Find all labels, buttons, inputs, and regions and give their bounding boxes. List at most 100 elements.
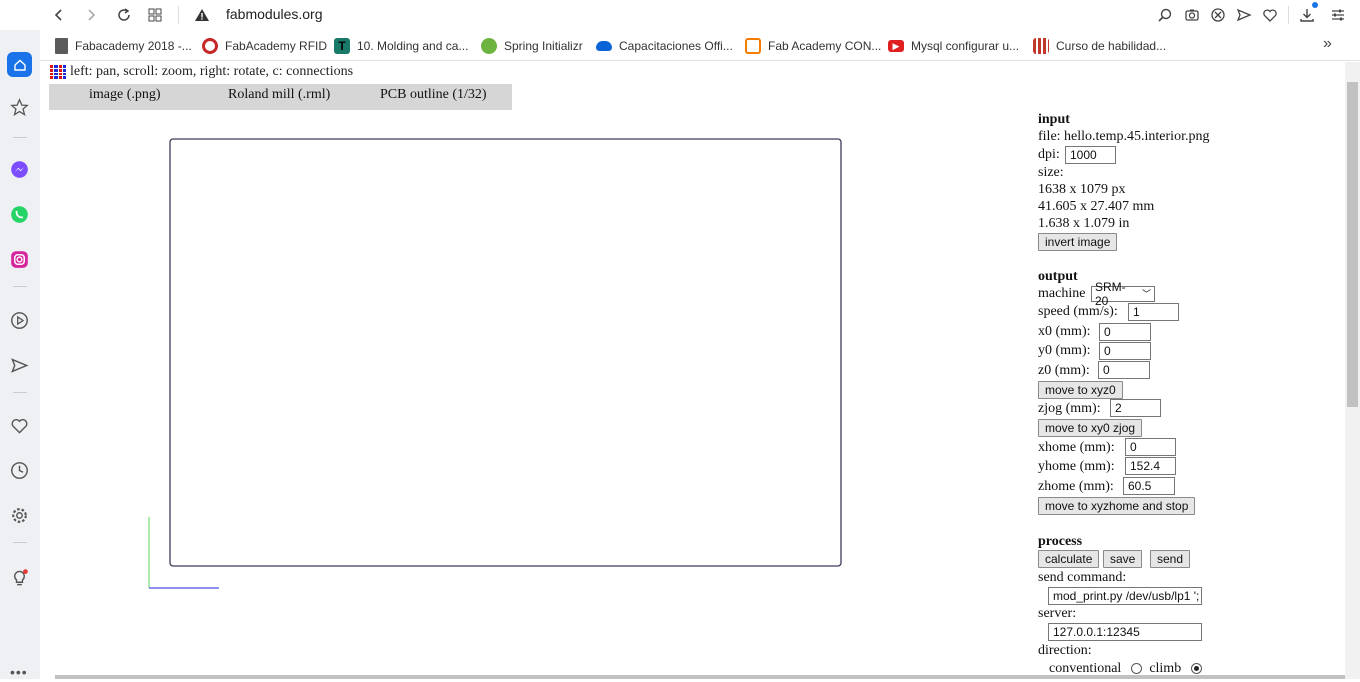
z0-label: z0 (mm): <box>1038 363 1090 378</box>
send-command-input[interactable]: mod_print.py /dev/usb/lp1 '; <box>1048 587 1202 605</box>
bookmark-item[interactable]: T 10. Molding and ca... <box>334 37 468 55</box>
z0-input[interactable]: 0 <box>1098 361 1150 379</box>
zhome-input[interactable]: 60.5 <box>1123 477 1175 495</box>
fab-t-icon: T <box>334 38 350 54</box>
dpi-label: dpi: <box>1038 147 1060 162</box>
size-label: size: <box>1038 165 1064 180</box>
bookmark-label: 10. Molding and ca... <box>357 39 469 53</box>
xhome-label: xhome (mm): <box>1038 440 1115 455</box>
yhome-input[interactable]: 152.4 <box>1125 457 1176 475</box>
send-command-label: send command: <box>1038 570 1127 585</box>
bookmark-label: Mysql configurar u... <box>911 39 1020 53</box>
bookmark-label: Spring Initializr <box>504 39 583 53</box>
tab-roland-mill[interactable]: Roland mill (.rml) <box>228 87 330 103</box>
tab-pcb-outline[interactable]: PCB outline (1/32) <box>380 87 487 103</box>
process-heading: process <box>1038 534 1083 549</box>
xhome-input[interactable]: 0 <box>1125 438 1176 456</box>
bookmark-item[interactable]: Spring Initializr <box>481 37 583 55</box>
sidebar-bookmarks-button[interactable] <box>8 96 30 118</box>
sidebar-pinboards-button[interactable] <box>8 414 30 436</box>
dpi-input[interactable]: 1000 <box>1065 146 1116 164</box>
forward-button[interactable] <box>80 4 102 26</box>
bookmark-item[interactable]: Curso de habilidad... <box>1033 37 1166 55</box>
send-button[interactable]: send <box>1150 550 1191 568</box>
sidebar-history-button[interactable] <box>8 459 30 481</box>
heart-icon <box>1263 9 1277 22</box>
machine-label: machine <box>1038 286 1086 301</box>
snapshot-button[interactable] <box>1181 4 1203 26</box>
sidebar-instagram-button[interactable] <box>8 248 30 270</box>
size-mm: 41.605 x 27.407 mm <box>1038 199 1155 214</box>
hint-text: left: pan, scroll: zoom, right: rotate, … <box>70 64 354 79</box>
bookmark-item[interactable]: Fab Academy CON... <box>745 37 881 55</box>
back-button[interactable] <box>48 4 70 26</box>
toolpath-canvas[interactable] <box>40 122 1000 682</box>
bookmark-item[interactable]: Fabacademy 2018 -... <box>55 37 192 55</box>
adblock-button[interactable] <box>1207 4 1229 26</box>
reload-button[interactable] <box>113 4 135 26</box>
move-to-xyzhome-button[interactable]: move to xyzhome and stop <box>1038 497 1196 515</box>
sidebar-settings-button[interactable] <box>8 504 30 526</box>
zjog-input[interactable]: 2 <box>1110 399 1161 417</box>
send-icon <box>10 357 28 373</box>
bookmark-item[interactable]: FabAcademy RFID <box>202 37 327 55</box>
favorite-button[interactable] <box>1259 4 1281 26</box>
server-label: server: <box>1038 606 1077 621</box>
star-icon <box>9 97 29 116</box>
send-icon <box>1236 8 1252 22</box>
security-warning-button[interactable] <box>191 4 213 26</box>
fabmodules-page: left: pan, scroll: zoom, right: rotate, … <box>40 62 1345 679</box>
fab-logo-icon <box>202 38 218 54</box>
y0-input[interactable]: 0 <box>1099 342 1151 360</box>
input-heading: input <box>1038 112 1070 127</box>
climb-radio[interactable] <box>1190 663 1202 675</box>
input-file: file: hello.temp.45.interior.png <box>1038 129 1210 144</box>
horizontal-scrollbar-thumb[interactable] <box>55 675 1345 679</box>
speed-input[interactable]: 1 <box>1128 303 1179 321</box>
address-bar[interactable]: fabmodules.org <box>226 6 323 22</box>
block-icon <box>1211 8 1225 22</box>
more-options-icon[interactable]: ••• <box>10 664 28 680</box>
tabs-grid-button[interactable] <box>144 4 166 26</box>
notification-dot <box>1312 2 1318 8</box>
save-button[interactable]: save <box>1103 550 1143 568</box>
vertical-scrollbar[interactable] <box>1345 62 1360 679</box>
search-page-button[interactable] <box>1154 4 1176 26</box>
toolbar-divider <box>1288 6 1289 24</box>
sidebar-player-button[interactable] <box>8 309 30 331</box>
server-input[interactable]: 127.0.0.1:12345 <box>1048 623 1202 641</box>
sidebar-whatsapp-button[interactable] <box>8 203 30 225</box>
bookmark-item[interactable]: ▶ Mysql configurar u... <box>888 37 1019 55</box>
easy-setup-button[interactable] <box>1327 4 1349 26</box>
chevron-down-icon: ﹀ <box>1141 289 1151 299</box>
move-to-xy0-zjog-button[interactable]: move to xy0 zjog <box>1038 419 1143 437</box>
tab-image-png[interactable]: image (.png) <box>89 87 161 103</box>
bookmarks-bar: Fabacademy 2018 -... FabAcademy RFID T 1… <box>40 30 1360 61</box>
instagram-icon <box>10 250 28 268</box>
conventional-label: conventional <box>1049 661 1122 676</box>
gear-icon <box>11 507 27 523</box>
sidebar-flow-button[interactable] <box>8 354 30 376</box>
conventional-radio[interactable] <box>1130 663 1142 675</box>
calculate-button[interactable]: calculate <box>1038 550 1100 568</box>
vertical-scrollbar-thumb[interactable] <box>1347 82 1358 407</box>
sidebar-messenger-button[interactable] <box>8 158 30 180</box>
bookmark-item[interactable]: Capacitaciones Offi... <box>596 37 733 55</box>
bookmarks-overflow-icon[interactable]: » <box>1323 35 1332 53</box>
sidebar-divider <box>13 137 27 138</box>
climb-label: climb <box>1149 661 1182 676</box>
bookmark-label: Capacitaciones Offi... <box>619 39 733 53</box>
sidebar-tips-button[interactable] <box>8 566 30 588</box>
sidebar-divider <box>13 286 27 287</box>
grid-icon <box>148 8 162 22</box>
bookmark-label: Curso de habilidad... <box>1056 39 1167 53</box>
send-button[interactable] <box>1233 4 1255 26</box>
x0-input[interactable]: 0 <box>1099 323 1151 341</box>
machine-select[interactable]: SRM-20 ﹀ <box>1091 280 1155 308</box>
invert-image-button[interactable]: invert image <box>1038 233 1118 251</box>
settings-sliders-icon <box>1332 9 1344 21</box>
bookmark-label: FabAcademy RFID <box>225 39 328 53</box>
move-to-xyz0-button[interactable]: move to xyz0 <box>1038 381 1123 399</box>
pixel-icon <box>1033 38 1049 54</box>
home-button[interactable] <box>7 52 32 77</box>
